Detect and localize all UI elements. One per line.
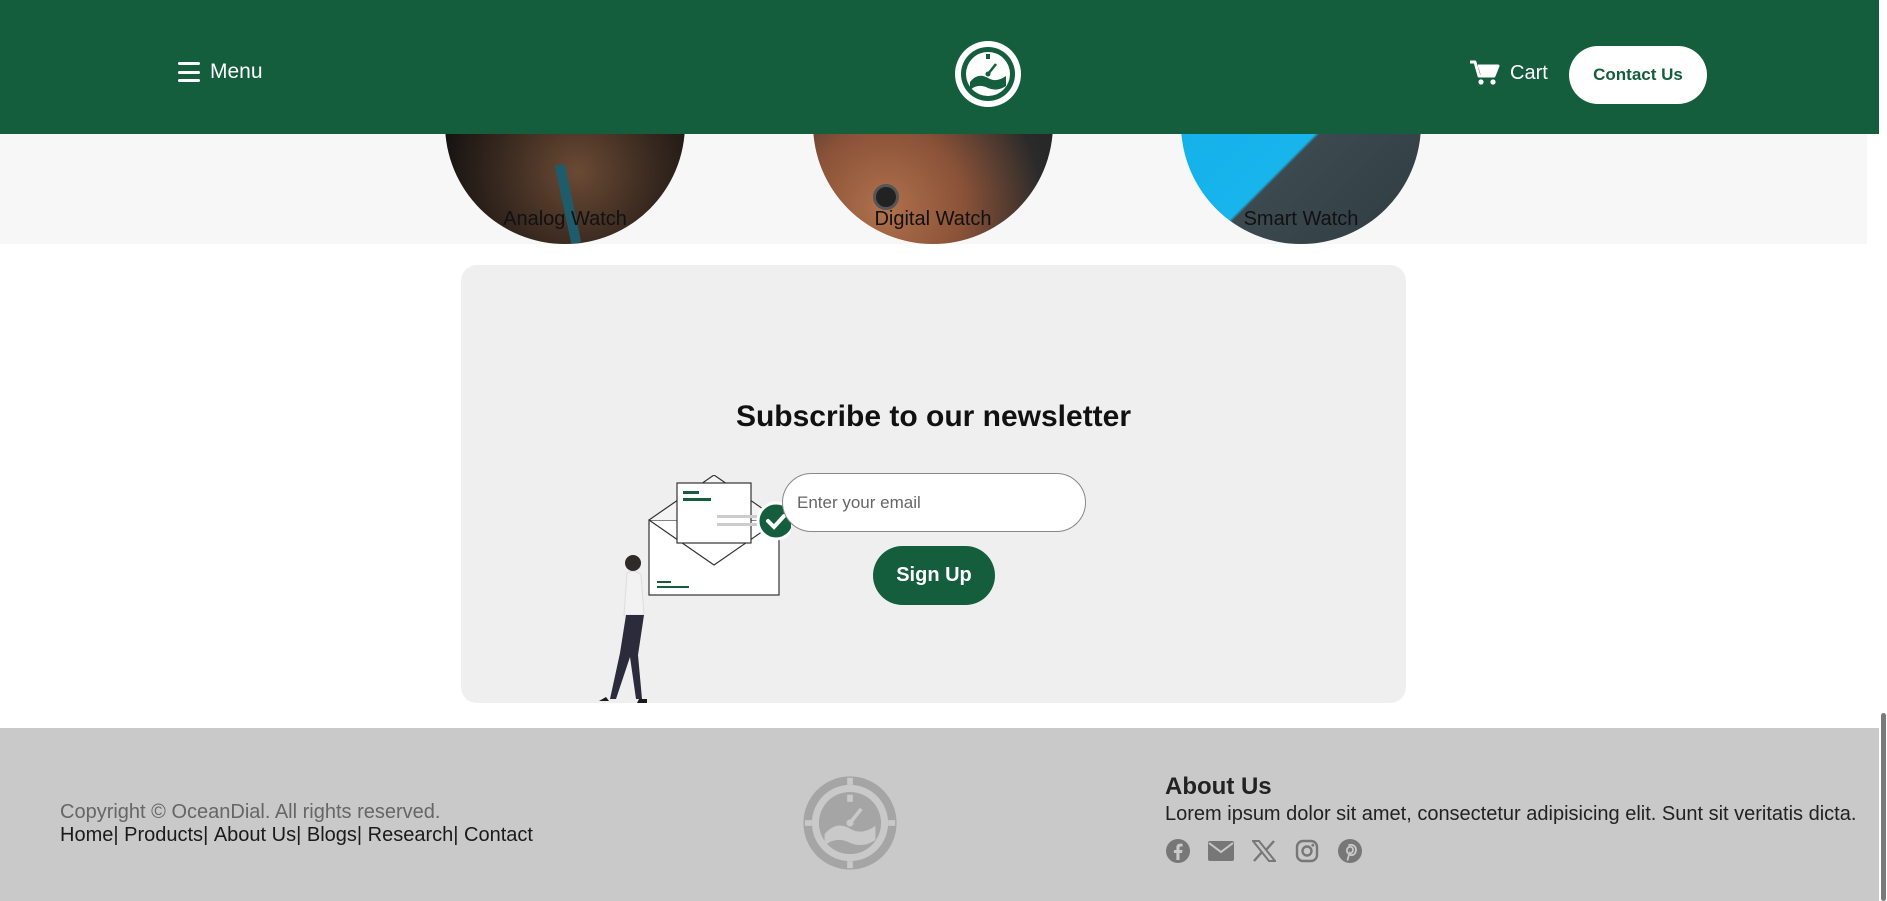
cart-label: Cart: [1510, 61, 1548, 84]
pinterest-icon[interactable]: [1337, 838, 1363, 864]
footer-link-products[interactable]: Products: [124, 824, 203, 847]
newsletter-illustration: [599, 475, 791, 703]
category-analog-watch[interactable]: Analog Watch: [445, 134, 685, 244]
category-label: Analog Watch: [503, 208, 627, 230]
shopping-cart-icon: [1470, 60, 1500, 85]
category-smart-watch[interactable]: Smart Watch: [1181, 134, 1421, 244]
footer-link-about-us[interactable]: About Us: [214, 824, 296, 847]
social-icons: [1165, 838, 1856, 864]
instagram-icon[interactable]: [1294, 838, 1320, 864]
site-header: Menu Cart Contact Us: [0, 0, 1879, 134]
email-input[interactable]: [782, 473, 1086, 532]
hamburger-icon: [178, 62, 200, 82]
newsletter-title: Subscribe to our newsletter: [735, 400, 1132, 433]
oceandial-logo-icon[interactable]: [954, 40, 1022, 108]
about-title: About Us: [1165, 773, 1272, 800]
about-text: Lorem ipsum dolor sit amet, consectetur …: [1165, 803, 1857, 825]
copyright-text: Copyright © OceanDial. All rights reserv…: [60, 801, 441, 823]
newsletter-panel: Subscribe to our newsletter Sign Up: [461, 265, 1406, 703]
menu-button[interactable]: Menu: [178, 60, 263, 84]
facebook-icon[interactable]: [1165, 838, 1191, 864]
footer-link-blogs[interactable]: Blogs: [307, 824, 357, 847]
x-icon[interactable]: [1251, 838, 1277, 864]
category-label: Smart Watch: [1243, 208, 1359, 230]
scrollbar-thumb[interactable]: [1881, 713, 1886, 901]
category-label: Digital Watch: [874, 208, 992, 230]
oceandial-logo-icon[interactable]: [802, 775, 898, 871]
email-icon[interactable]: [1208, 838, 1234, 864]
sign-up-button[interactable]: Sign Up: [873, 546, 995, 605]
about-section: About Us Lorem ipsum dolor sit amet, con…: [1165, 773, 1856, 864]
footer-link-home[interactable]: Home: [60, 824, 113, 847]
cart-button[interactable]: Cart: [1470, 60, 1548, 86]
category-digital-watch[interactable]: Digital Watch: [813, 134, 1053, 244]
footer-link-research[interactable]: Research: [368, 824, 454, 847]
footer-link-contact[interactable]: Contact: [464, 824, 533, 847]
footer-links: Home | Products | About Us | Blogs | Researc…: [60, 824, 533, 847]
menu-label: Menu: [210, 60, 263, 83]
category-band: Analog Watch Digital Watch Smart Watch: [0, 134, 1867, 244]
site-footer: Copyright © OceanDial. All rights reserv…: [0, 728, 1887, 901]
contact-us-button[interactable]: Contact Us: [1569, 46, 1707, 104]
